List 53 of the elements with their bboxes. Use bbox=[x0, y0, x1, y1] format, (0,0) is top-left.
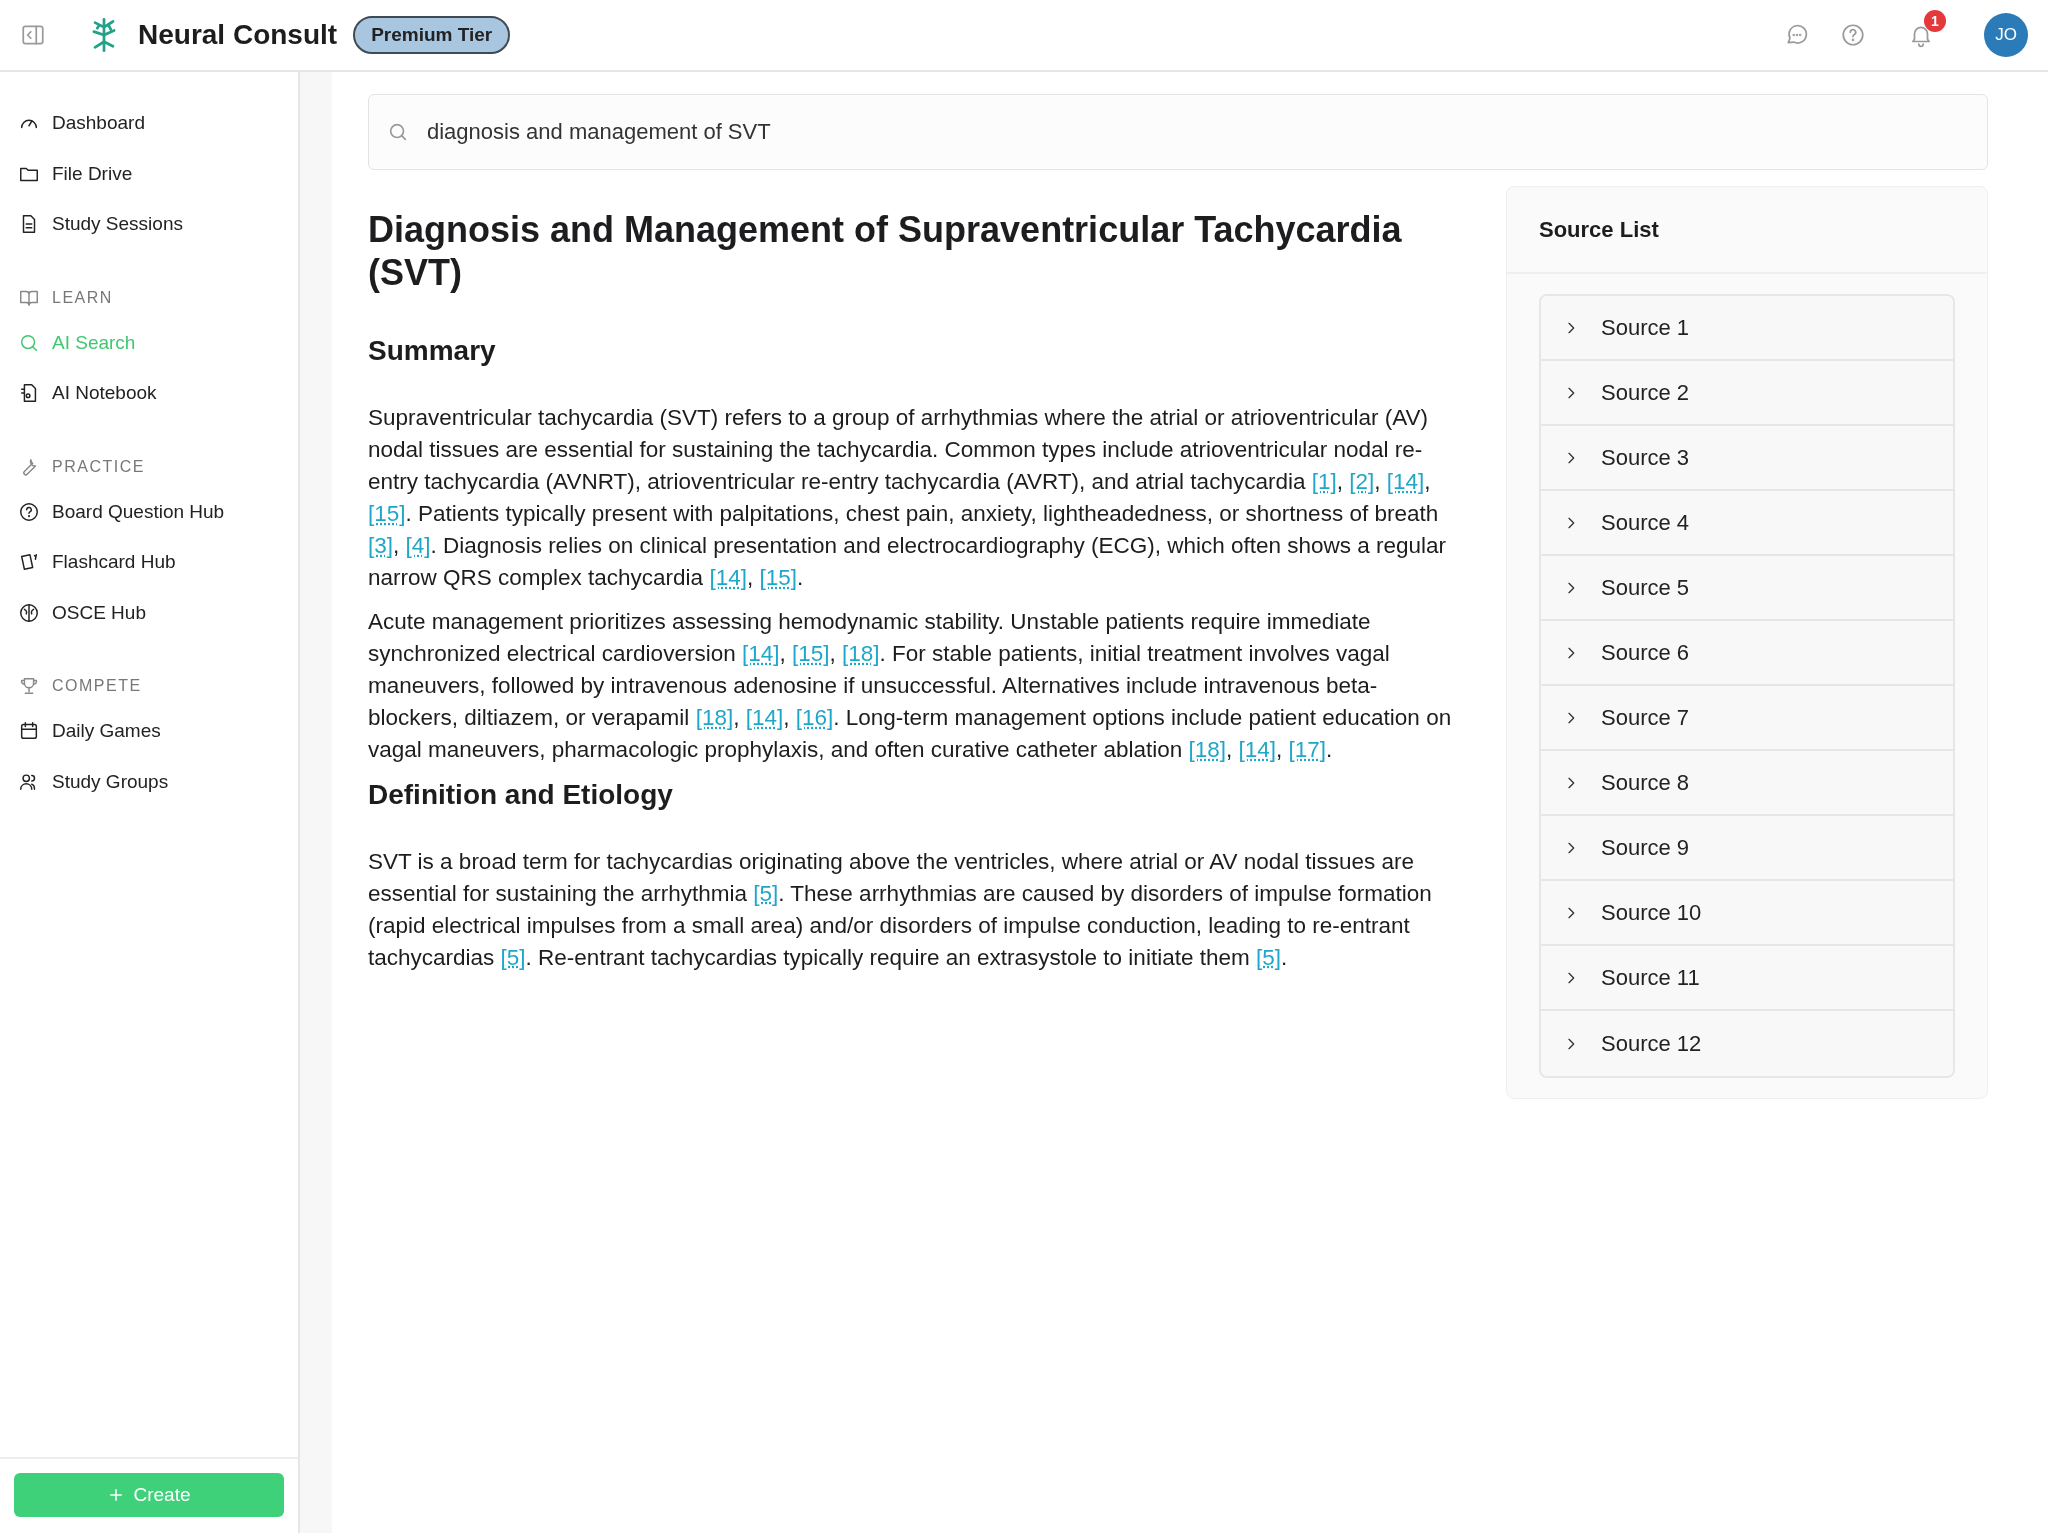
sidebar-item[interactable]: Study Groups bbox=[18, 756, 280, 807]
section-heading: PRACTICE bbox=[52, 456, 145, 477]
sidebar-item[interactable]: Board Question Hub bbox=[18, 486, 280, 537]
sidebar-item[interactable]: Flashcard Hub bbox=[18, 537, 280, 588]
section-heading: Definition and Etiology bbox=[368, 777, 674, 812]
help-button[interactable] bbox=[1840, 22, 1866, 48]
brain-icon bbox=[18, 601, 40, 624]
citation-link[interactable]: [3] bbox=[368, 532, 394, 558]
citation-link[interactable]: [5] bbox=[753, 880, 779, 906]
section-heading: LEARN bbox=[52, 287, 113, 308]
sidebar-toggle-button[interactable] bbox=[20, 22, 46, 48]
section-heading: Summary bbox=[368, 334, 497, 368]
citation-link[interactable]: [17] bbox=[1288, 736, 1327, 762]
article-title: Diagnosis and Management of Supraventricular Tachycardia (SVT) bbox=[368, 208, 1403, 295]
trophy-icon bbox=[18, 675, 40, 697]
citation-link[interactable]: [5] bbox=[500, 944, 526, 970]
citation-link[interactable]: [14] bbox=[745, 704, 784, 730]
brand-name: Neural Consult bbox=[138, 18, 338, 52]
tier-badge: Premium Tier bbox=[353, 15, 511, 55]
citation-link[interactable]: [14] bbox=[709, 564, 747, 590]
sidebar-item[interactable]: AI Notebook bbox=[18, 368, 280, 419]
citation-link[interactable]: [1] bbox=[1311, 468, 1337, 494]
sidebar-item[interactable]: Study Sessions bbox=[18, 199, 280, 250]
citation-link[interactable]: [14] bbox=[1386, 468, 1425, 494]
citation-link[interactable]: [18] bbox=[695, 704, 734, 730]
section-heading: COMPETE bbox=[52, 676, 142, 696]
paragraph: SVT is a broad term for tachycardias originating above the ventricles, where atrial or AV nodal tissues are essential for sustaining the arrhythmia [5]. These arrhythmias are caused by disorders of impulse formation (rapid electrical impulses from a small area) and/or disorders of impulse conduction, leading to re-entrant tachycardias [5]. Re-entrant tachycardias typically require an extrasystole to initiate them [5]. bbox=[368, 847, 1433, 972]
question-icon bbox=[18, 500, 40, 523]
notification-count: 1 bbox=[1924, 10, 1946, 32]
citation-link[interactable]: [16] bbox=[795, 704, 834, 730]
user-avatar[interactable]: JO bbox=[1984, 13, 2028, 57]
sidebar-icon bbox=[20, 22, 46, 48]
source-item[interactable]: Source 1 bbox=[1541, 296, 1953, 361]
citation-link[interactable]: [14] bbox=[1238, 736, 1277, 762]
sidebar-item[interactable]: Daily Games bbox=[18, 706, 280, 757]
notifications-button[interactable]: 1 bbox=[1896, 10, 1946, 60]
sidebar-item[interactable]: Dashboard bbox=[18, 98, 280, 149]
citation-link[interactable]: [2] bbox=[1349, 468, 1375, 494]
sidebar-item[interactable]: File Drive bbox=[18, 148, 280, 199]
citation-link[interactable]: [15] bbox=[759, 564, 797, 590]
paragraph: Supraventricular tachycardia (SVT) refers to a group of arrhythmias where the atrial or atrioventricular (AV) nodal tissues are essential for sustaining the tachycardia. Common types include atrioventricular nodal re-entry tachycardia (AVNRT), atrioventricular re-entry tachycardia (AVRT), and atrial tachycardia [1], [2], [14], [15]. Patients typically present with palpitations, chest pain, anxiety, lightheadedness, or shortness of breath [3], [4]. Diagnosis relies on clinical presentation and electrocardiography (ECG), which often shows a regular narrow QRS complex tachycardia [14], [15]. bbox=[368, 403, 1448, 592]
citation-link[interactable]: [18] bbox=[842, 640, 880, 666]
search-icon bbox=[387, 121, 409, 143]
paragraph: Acute management prioritizes assessing hemodynamic stability. Unstable patients require immediate synchronized electrical cardioversion [14], [15], [18]. For stable patients, initial treatment involves vagal maneuvers, followed by intravenous adenosine if unsuccessful. Alternatives include intravenous beta-blockers, diltiazem, or verapamil [18], [14], [16]. Long-term management options include patient education on vagal maneuvers, pharmacologic prophylaxis, and often curative catheter ablation [18], [14], [17]. bbox=[368, 607, 1453, 764]
sidebar-item[interactable]: OSCE Hub bbox=[18, 587, 280, 638]
citation-link[interactable]: [4] bbox=[405, 532, 431, 558]
citation-link[interactable]: [14] bbox=[741, 640, 780, 666]
help-icon bbox=[1840, 22, 1866, 48]
citation-link[interactable]: [18] bbox=[1188, 736, 1226, 762]
citation-link[interactable]: [15] bbox=[368, 500, 406, 526]
citation-link[interactable]: [5] bbox=[1255, 944, 1281, 970]
panel-title: Source List bbox=[1507, 187, 1987, 274]
citation-link[interactable]: [15] bbox=[791, 640, 830, 666]
